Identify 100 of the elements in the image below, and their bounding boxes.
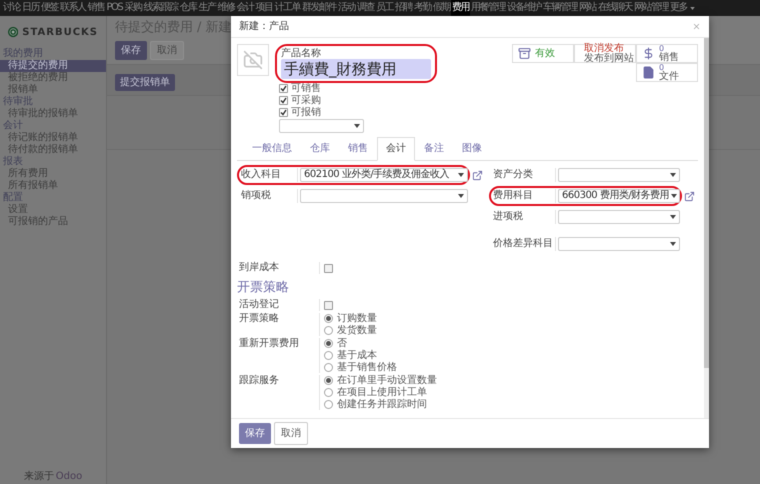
save-button[interactable]: 保存 xyxy=(115,40,147,60)
select-field[interactable]: 660300 费用类/财务费用 xyxy=(558,189,680,203)
sidebar-item[interactable]: 待付款的报销单 xyxy=(0,144,106,156)
radio-label: 在订单里手动设置数量 xyxy=(337,375,437,386)
sidebar-item[interactable]: 报销单 xyxy=(0,84,106,96)
stat-button[interactable]: 0 销售 xyxy=(636,44,698,63)
field-label: 活动登记 xyxy=(239,299,280,311)
close-icon[interactable] xyxy=(692,22,701,31)
menu-item[interactable]: 群发邮件 xyxy=(300,0,337,16)
menu-item[interactable]: 项目 xyxy=(254,0,274,16)
submit-button[interactable]: 提交报销单 xyxy=(115,74,175,90)
menu-item[interactable]: 生产 xyxy=(197,0,216,16)
menu-item[interactable]: 活动 xyxy=(336,0,356,16)
tab[interactable]: 会计 xyxy=(377,137,415,161)
select-field[interactable] xyxy=(558,237,680,251)
menu-item[interactable]: POS xyxy=(106,0,124,16)
menu-item[interactable]: 考勤 xyxy=(412,0,432,16)
sidebar-item[interactable]: 所有费用 xyxy=(0,168,106,180)
radio-button[interactable] xyxy=(324,339,333,348)
menu-item[interactable]: 线索跟踪 xyxy=(142,0,178,16)
menu-item[interactable]: 网站 xyxy=(578,0,597,16)
dollar-icon xyxy=(642,47,655,60)
radio-label: 订购数量 xyxy=(337,313,377,324)
menu-item[interactable]: 在线聊天 xyxy=(596,0,633,16)
sidebar-item[interactable]: 被拒绝的费用 xyxy=(0,72,106,84)
sidebar-item[interactable]: 可报销的产品 xyxy=(0,216,106,228)
caret-icon xyxy=(458,173,464,177)
radio-button[interactable] xyxy=(324,388,333,397)
radio-label: 在项目上使用计工单 xyxy=(337,387,427,398)
tab[interactable]: 仓库 xyxy=(301,137,339,161)
menu-item[interactable]: 假期 xyxy=(432,0,451,16)
stat-button[interactable]: 有效 xyxy=(512,44,574,63)
menu-item[interactable]: 便签 xyxy=(40,0,59,16)
external-link-icon[interactable] xyxy=(684,190,695,202)
menu-item[interactable]: 会计 xyxy=(235,0,254,16)
checkbox[interactable] xyxy=(324,264,333,272)
discard-button[interactable]: 取消 xyxy=(150,40,184,60)
image-field[interactable] xyxy=(237,44,269,76)
stat-button[interactable]: 0 文件 xyxy=(636,63,698,82)
field-label: 到岸成本 xyxy=(239,262,280,274)
field-label: 收入科目 xyxy=(241,169,282,181)
radio-button[interactable] xyxy=(324,351,333,360)
menu-item[interactable]: 费用 xyxy=(450,0,470,16)
menu-item[interactable]: 讨论 xyxy=(2,0,21,16)
select-field[interactable] xyxy=(279,119,364,133)
radio-button[interactable] xyxy=(324,363,333,372)
field-label: 开票策略 xyxy=(239,313,280,326)
field-label: 产品名称 xyxy=(281,48,322,59)
menu-item[interactable]: 联系人 xyxy=(59,0,86,16)
select-field[interactable] xyxy=(558,210,680,224)
radio-label: 基于成本 xyxy=(337,350,377,361)
checkbox[interactable] xyxy=(279,108,288,117)
checkbox-label: 可销售 xyxy=(291,83,321,94)
menu-item[interactable]: 车辆管理 xyxy=(542,0,578,16)
menu-item[interactable]: 用餐管理 xyxy=(470,0,506,16)
menu-item[interactable]: 员工 xyxy=(374,0,394,16)
checkbox[interactable] xyxy=(279,96,288,105)
field-label: 销项税 xyxy=(241,190,272,202)
breadcrumb-separator: / xyxy=(197,19,202,37)
menu-item[interactable]: 维修 xyxy=(216,0,236,16)
sidebar-item[interactable]: 待审批的报销单 xyxy=(0,108,106,120)
dialog-title: 新建：产品 xyxy=(239,20,289,34)
menu-item[interactable]: 计工单 xyxy=(273,0,301,16)
product-name-field[interactable]: 手續費_財務費用 xyxy=(281,59,431,79)
sidebar-item[interactable]: 所有报销单 xyxy=(0,180,106,192)
radio-button[interactable] xyxy=(324,314,333,323)
archive-icon xyxy=(518,47,531,60)
menu-item[interactable]: 日历 xyxy=(21,0,40,16)
radio-button[interactable] xyxy=(324,326,333,335)
sidebar-item[interactable]: 待记账的报销单 xyxy=(0,132,106,144)
discard-button[interactable]: 取消 xyxy=(274,422,308,445)
menu-item[interactable]: 招聘 xyxy=(394,0,413,16)
more-menu[interactable]: 更多 xyxy=(668,0,696,16)
tab[interactable]: 备注 xyxy=(415,137,453,161)
sidebar-item[interactable]: 待提交的费用 xyxy=(0,60,106,72)
checkbox-label: 可报销 xyxy=(291,107,321,118)
radio-label: 发货数量 xyxy=(337,325,377,336)
menu-item[interactable]: 仓库 xyxy=(178,0,198,16)
menu-item[interactable]: 采购 xyxy=(123,0,142,16)
sidebar-heading: 报表 xyxy=(2,156,24,168)
menu-item[interactable]: 网站管理 xyxy=(632,0,669,16)
checkbox[interactable] xyxy=(324,300,333,310)
tab[interactable]: 图像 xyxy=(453,137,491,161)
scrollbar[interactable] xyxy=(704,38,709,418)
sidebar-item[interactable]: 设置 xyxy=(0,204,106,216)
menu-item[interactable]: 设备维护 xyxy=(506,0,542,16)
checkbox[interactable] xyxy=(279,84,288,93)
select-field[interactable] xyxy=(558,168,680,182)
tab[interactable]: 一般信息 xyxy=(243,137,301,161)
save-button[interactable]: 保存 xyxy=(239,423,271,444)
external-link-icon[interactable] xyxy=(472,170,483,180)
menu-item[interactable]: 调查 xyxy=(356,0,375,16)
section-title: 开票策略 xyxy=(237,280,290,296)
tab[interactable]: 销售 xyxy=(339,137,377,161)
radio-button[interactable] xyxy=(324,376,333,385)
select-field[interactable]: 602100 业外类/手续费及佣金收入 xyxy=(300,168,468,182)
select-field[interactable] xyxy=(300,189,468,203)
menu-item[interactable]: 销售 xyxy=(86,0,106,16)
radio-button[interactable] xyxy=(324,400,333,409)
stat-button[interactable]: 取消发布 发布到网站 xyxy=(574,44,636,63)
